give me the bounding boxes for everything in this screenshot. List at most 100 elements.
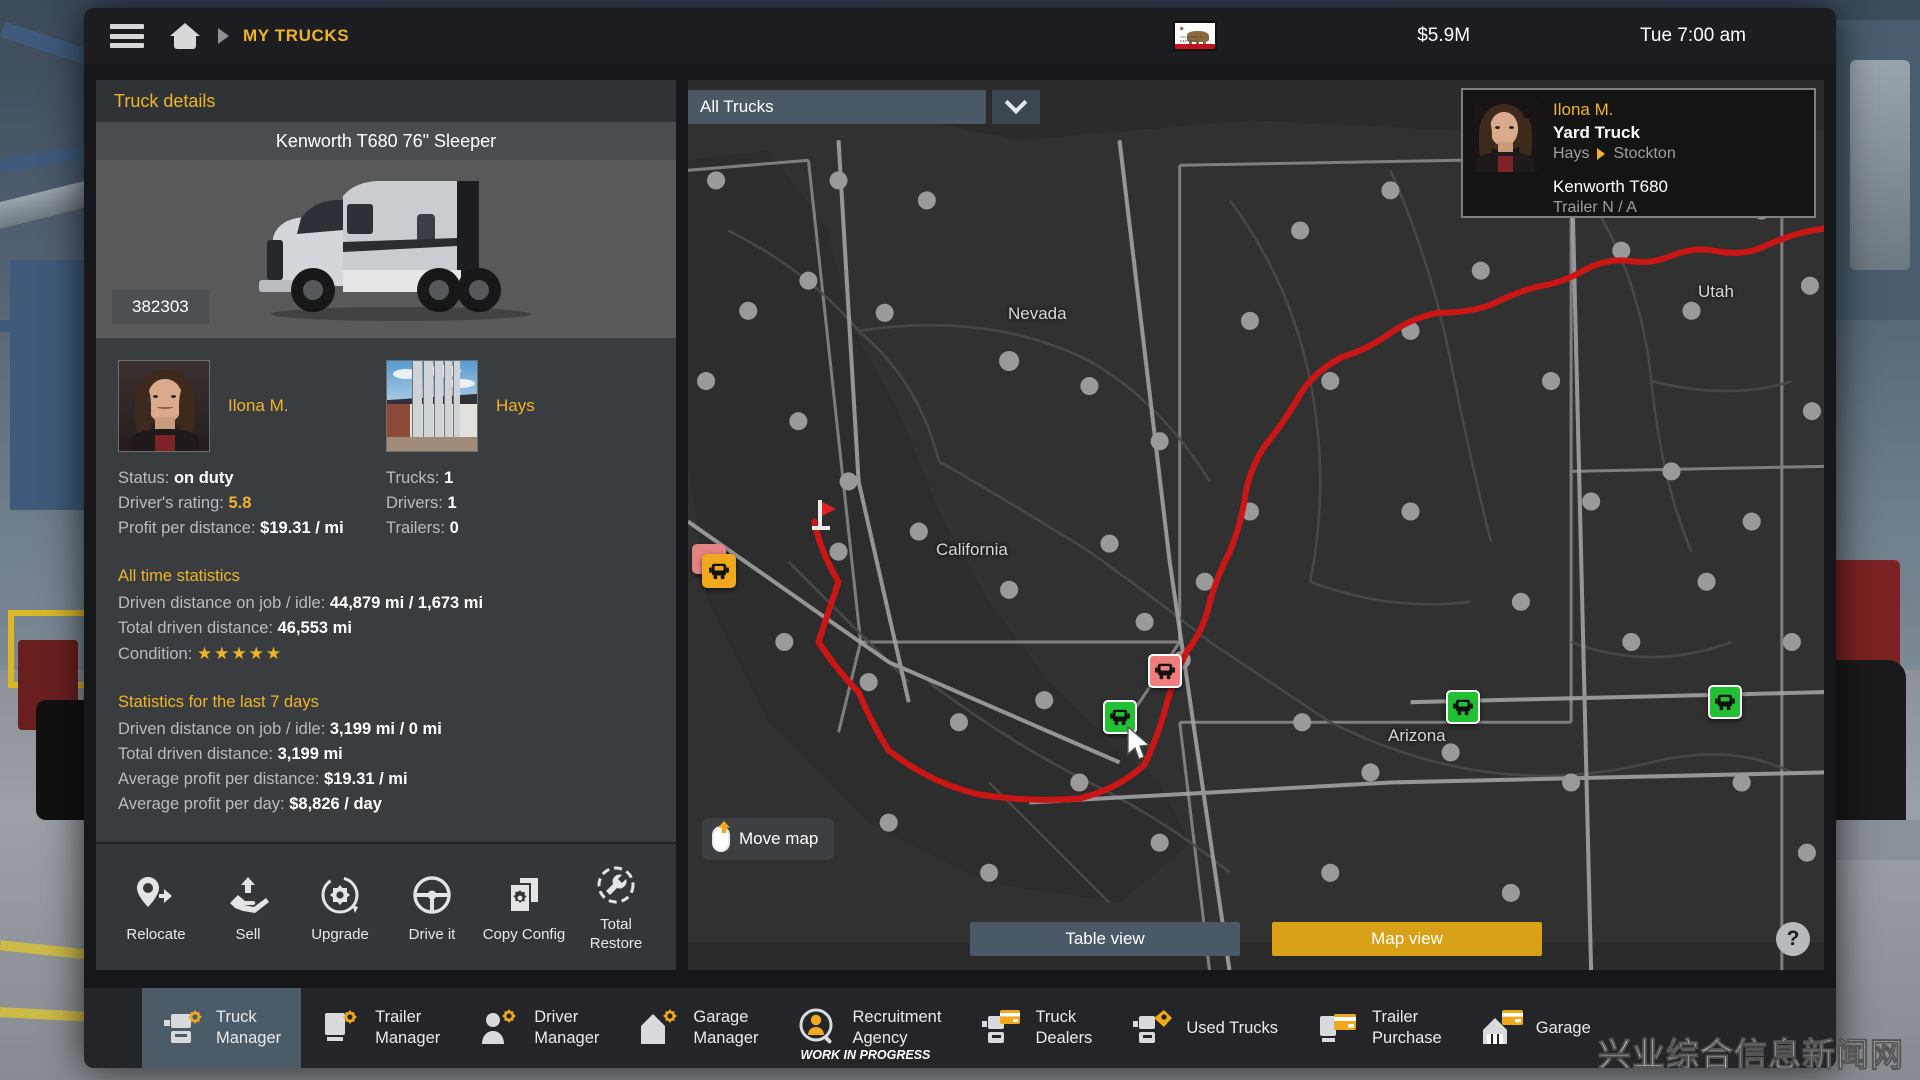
bottom-navigation: Truck Manager Trailer Manager Driver Man… [84, 988, 1836, 1068]
top-bar: MY TRUCKS CALIFORNIA REPUBLIC $5.9M Tue … [84, 8, 1836, 64]
l7-avg-profit-distance: Average profit per distance: $19.31 / mi [118, 770, 408, 788]
route-to: Stockton [1613, 145, 1676, 162]
game-manager-window: MY TRUCKS CALIFORNIA REPUBLIC $5.9M Tue … [84, 8, 1836, 1068]
nav-label: Trailer Manager [375, 1008, 441, 1047]
trailer-card-icon [1318, 1008, 1360, 1048]
stat-trailers: Trailers: 0 [386, 519, 459, 537]
map-panel[interactable]: Nevada Utah Colorado California Arizona … [688, 80, 1824, 970]
driver-avatar[interactable] [118, 360, 210, 452]
garage-card-icon [1482, 1008, 1524, 1048]
drive-it-button[interactable]: Drive it [388, 871, 476, 944]
truck-preview-image: 382303 [96, 160, 676, 338]
truck-gear-icon [162, 1008, 204, 1048]
nav-truck-manager[interactable]: Truck Manager [142, 988, 302, 1068]
card-job-type: Yard Truck [1553, 123, 1640, 142]
breadcrumb-chevron-icon [218, 28, 229, 44]
state-label-california: California [936, 540, 1008, 559]
dropdown-chevron-down-icon[interactable] [992, 90, 1040, 124]
all-time-stats-list: Driven distance on job / idle: 44,879 mi… [118, 591, 654, 667]
move-map-hint[interactable]: Move map [702, 818, 835, 860]
driver-info-column: Ilona M. Status: on duty Driver's rating… [118, 360, 386, 541]
copy-gear-icon [480, 871, 568, 919]
state-label-utah: Utah [1698, 282, 1734, 301]
condition-stars: ★★★★★ [196, 644, 284, 663]
copy-config-button[interactable]: Copy Config [480, 871, 568, 944]
total-restore-button[interactable]: Total Restore [572, 861, 660, 953]
all-time-total-driven: Total driven distance: 46,553 mi [118, 619, 352, 637]
nav-recruitment-agency[interactable]: Recruitment Agency WORK IN PROGRESS [779, 988, 962, 1068]
table-view-button[interactable]: Table view [970, 922, 1240, 956]
nav-label: Garage [1535, 1018, 1591, 1037]
nav-truck-dealers[interactable]: Truck Dealers [961, 988, 1112, 1068]
mouse-cursor [1127, 726, 1151, 760]
nav-used-trucks[interactable]: Used Trucks [1112, 988, 1298, 1068]
truck-model-name: Kenworth T680 76" Sleeper [275, 130, 497, 151]
home-icon[interactable] [170, 23, 200, 49]
state-label-nevada: Nevada [1008, 304, 1067, 323]
map-pin-arrow-icon [112, 871, 200, 919]
truck-tag-icon [1132, 1008, 1174, 1048]
nav-garage[interactable]: Garage [1462, 988, 1611, 1068]
driver-name: Ilona M. [228, 396, 289, 415]
nav-trailer-manager[interactable]: Trailer Manager [301, 988, 460, 1068]
california-flag-icon: CALIFORNIA REPUBLIC [1173, 21, 1218, 51]
last-7-days-list: Driven distance on job / idle: 3,199 mi … [118, 717, 654, 817]
garage-thumbnail[interactable] [386, 360, 478, 452]
money-display: $5.9M [1417, 25, 1471, 46]
drive-it-label: Drive it [408, 925, 456, 943]
upgrade-button[interactable]: Upgrade [296, 871, 384, 944]
steering-wheel-icon [388, 871, 476, 919]
truck-card-icon [981, 1008, 1023, 1048]
relocate-button[interactable]: Relocate [112, 871, 200, 944]
garage-info-column: Hays Trucks: 1 Drivers: 1 Trailers: 0 [386, 360, 654, 541]
help-button[interactable]: ? [1776, 922, 1810, 956]
nav-trailer-purchase[interactable]: Trailer Purchase [1298, 988, 1462, 1068]
garage-stat-list: Trucks: 1 Drivers: 1 Trailers: 0 [386, 466, 654, 541]
green-truck-marker[interactable] [1708, 685, 1742, 719]
map-view-label: Map view [1371, 929, 1443, 948]
sell-button[interactable]: Sell [204, 871, 292, 944]
stat-drivers: Drivers: 1 [386, 494, 457, 512]
dropdown-selected-value: All Trucks [700, 97, 774, 116]
hamburger-menu-icon[interactable] [110, 24, 144, 48]
card-driver-name: Ilona M. [1553, 100, 1614, 119]
l7-total-driven: Total driven distance: 3,199 mi [118, 745, 343, 763]
condition-row: Condition: ★★★★★ [118, 644, 284, 663]
l7-driven-on-job: Driven distance on job / idle: 3,199 mi … [118, 720, 442, 738]
map-view-button[interactable]: Map view [1272, 922, 1542, 956]
person-magnifier-icon [799, 1008, 841, 1048]
relocate-label: Relocate [126, 925, 186, 943]
trailer-gear-icon [321, 1008, 363, 1048]
nav-label: Garage Manager [693, 1008, 759, 1047]
stat-trucks: Trucks: 1 [386, 469, 454, 487]
truck-illustration [259, 181, 531, 321]
orange-truck-marker[interactable] [702, 554, 736, 588]
all-time-stats-title: All time statistics [118, 567, 240, 585]
table-view-label: Table view [1065, 929, 1145, 948]
red-truck-marker[interactable] [1148, 654, 1182, 688]
garage-gear-icon [639, 1008, 681, 1048]
green-truck-marker[interactable] [1446, 690, 1480, 724]
support-column [10, 260, 90, 510]
state-label-arizona: Arizona [1388, 726, 1446, 745]
selected-truck-card[interactable]: Ilona M. Yard Truck Hays Stockton Kenwor… [1461, 88, 1816, 218]
breadcrumb: MY TRUCKS [243, 26, 350, 45]
nav-garage-manager[interactable]: Garage Manager [619, 988, 778, 1068]
all-time-driven-on-job: Driven distance on job / idle: 44,879 mi… [118, 594, 484, 612]
driver-avatar-small [1473, 100, 1539, 172]
nav-label: Recruitment Agency [852, 1008, 942, 1047]
move-map-label: Move map [739, 829, 819, 848]
truck-action-bar: Relocate Sell Upgrade Drive it Copy Conf… [96, 842, 676, 970]
nav-driver-manager[interactable]: Driver Manager [460, 988, 619, 1068]
card-trailer: Trailer N / A [1553, 199, 1637, 216]
nav-label: Truck Dealers [1035, 1008, 1093, 1047]
panel-header: Truck details [96, 80, 676, 122]
truck-filter-dropdown[interactable]: All Trucks [688, 90, 986, 124]
truck-id-badge: 382303 [112, 290, 209, 324]
wrench-refresh-icon [572, 861, 660, 909]
garage-name: Hays [496, 396, 535, 415]
gear-refresh-icon [296, 871, 384, 919]
work-in-progress-note: WORK IN PROGRESS [800, 1048, 931, 1062]
nav-label: Truck Manager [216, 1008, 282, 1047]
nav-label: Used Trucks [1186, 1018, 1279, 1037]
